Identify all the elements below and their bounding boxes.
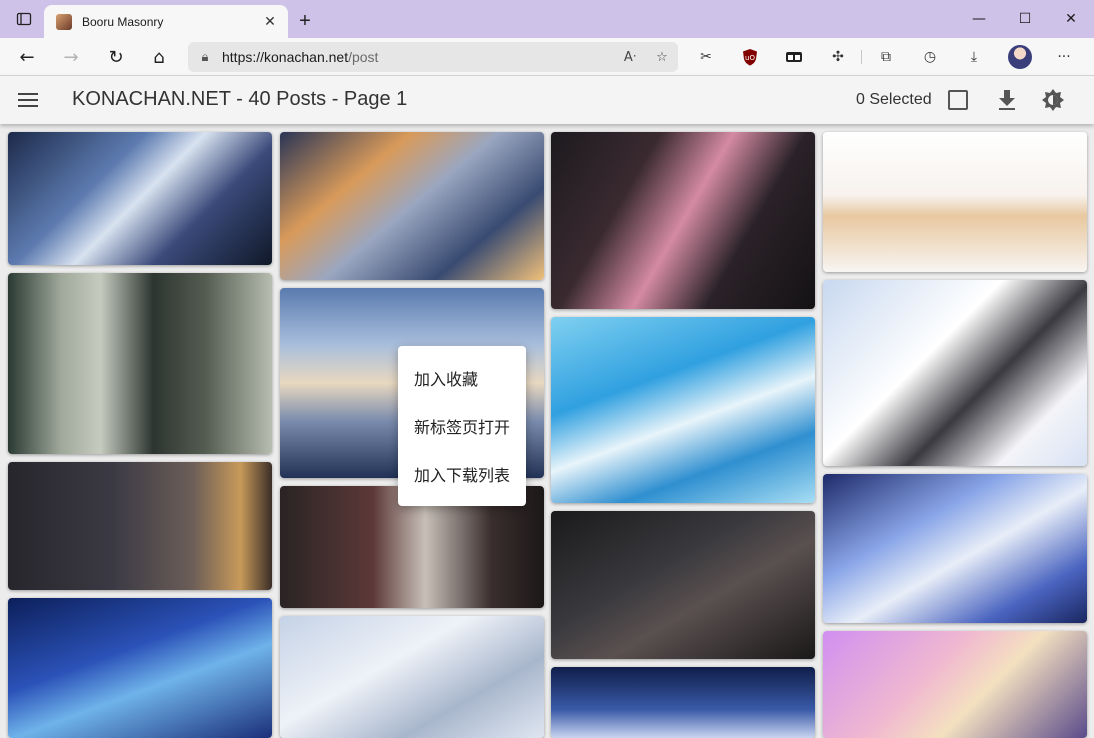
thumbnail-card[interactable] bbox=[823, 474, 1087, 623]
browser-titlebar: Booru Masonry ✕ + — ☐ ✕ bbox=[0, 0, 1094, 38]
more-menu-icon[interactable]: ··· bbox=[1054, 47, 1074, 67]
thumbnail-card[interactable] bbox=[823, 631, 1087, 738]
thumbnail-card[interactable] bbox=[551, 132, 815, 309]
history-icon[interactable]: ◷ bbox=[920, 47, 940, 67]
forward-button[interactable]: → bbox=[56, 42, 86, 72]
home-button[interactable]: ⌂ bbox=[144, 42, 174, 72]
brightness-svg bbox=[1042, 89, 1064, 111]
glasses-svg bbox=[786, 52, 802, 62]
downloads-icon[interactable]: ⤓ bbox=[964, 47, 984, 67]
theme-toggle-icon[interactable] bbox=[1042, 89, 1064, 111]
thumbnail-card[interactable] bbox=[280, 616, 544, 738]
select-all-checkbox[interactable] bbox=[948, 90, 968, 110]
download-icon[interactable] bbox=[996, 88, 1018, 112]
page-title: KONACHAN.NET - 40 Posts - Page 1 bbox=[72, 88, 408, 110]
tab-favicon-icon bbox=[56, 13, 72, 30]
tab-title: Booru Masonry bbox=[82, 14, 164, 29]
favorite-add-icon[interactable]: ☆ bbox=[646, 50, 678, 65]
ublock-shield-svg: uO bbox=[743, 49, 757, 66]
thumbnail-card[interactable] bbox=[823, 280, 1087, 466]
browser-toolbar: ← → ↻ ⌂ 🔒︎ https://konachan.net/post Aᐧ … bbox=[0, 38, 1094, 76]
hamburger-menu-icon[interactable] bbox=[16, 88, 40, 112]
extension-glasses-icon[interactable] bbox=[784, 47, 804, 67]
tab-close-icon[interactable]: ✕ bbox=[258, 13, 282, 30]
profile-avatar[interactable] bbox=[1008, 45, 1032, 69]
collections-icon[interactable]: ⧉ bbox=[876, 47, 896, 67]
ublock-icon[interactable]: uO bbox=[740, 47, 760, 67]
new-tab-button[interactable]: + bbox=[292, 8, 318, 34]
extension-scissors-icon[interactable]: ✂ bbox=[696, 47, 716, 67]
browser-tab[interactable]: Booru Masonry ✕ bbox=[44, 5, 288, 38]
url-path: /post bbox=[348, 49, 379, 65]
url-host: https://konachan.net bbox=[222, 49, 349, 65]
thumbnail-card[interactable] bbox=[8, 598, 272, 738]
thumbnail-card[interactable] bbox=[823, 132, 1087, 272]
minimize-button[interactable]: — bbox=[956, 0, 1002, 38]
thumbnail-card[interactable] bbox=[551, 317, 815, 503]
maximize-button[interactable]: ☐ bbox=[1002, 0, 1048, 38]
thumbnail-card[interactable] bbox=[8, 462, 272, 590]
thumbnail-card[interactable] bbox=[8, 132, 272, 265]
thumbnail-card[interactable] bbox=[280, 132, 544, 280]
url-text[interactable]: https://konachan.net/post bbox=[222, 49, 614, 65]
toolbar-divider bbox=[861, 50, 862, 64]
back-button[interactable]: ← bbox=[12, 42, 42, 72]
thumbnail-card[interactable] bbox=[551, 511, 815, 659]
context-menu: 加入收藏 新标签页打开 加入下载列表 bbox=[398, 346, 526, 506]
extensions-puzzle-icon[interactable]: ✣ bbox=[828, 47, 848, 67]
thumbnail-card[interactable] bbox=[8, 273, 272, 454]
app-header: KONACHAN.NET - 40 Posts - Page 1 0 Selec… bbox=[0, 76, 1094, 124]
lock-icon[interactable]: 🔒︎ bbox=[188, 50, 222, 65]
context-menu-add-favorite[interactable]: 加入收藏 bbox=[398, 354, 526, 402]
masonry-grid bbox=[8, 132, 1087, 738]
selected-count: 0 Selected bbox=[856, 91, 932, 108]
reload-button[interactable]: ↻ bbox=[101, 42, 131, 72]
tab-actions-icon[interactable] bbox=[0, 0, 48, 38]
context-menu-add-download[interactable]: 加入下载列表 bbox=[398, 450, 526, 498]
thumbnail-card[interactable] bbox=[551, 667, 815, 738]
address-bar[interactable]: 🔒︎ https://konachan.net/post Aᐧ ☆ bbox=[188, 42, 678, 72]
read-aloud-icon[interactable]: Aᐧ bbox=[614, 50, 646, 65]
svg-text:uO: uO bbox=[745, 54, 755, 62]
tab-actions-svg bbox=[16, 12, 32, 26]
context-menu-open-new-tab[interactable]: 新标签页打开 bbox=[398, 402, 526, 450]
close-window-button[interactable]: ✕ bbox=[1048, 0, 1094, 38]
